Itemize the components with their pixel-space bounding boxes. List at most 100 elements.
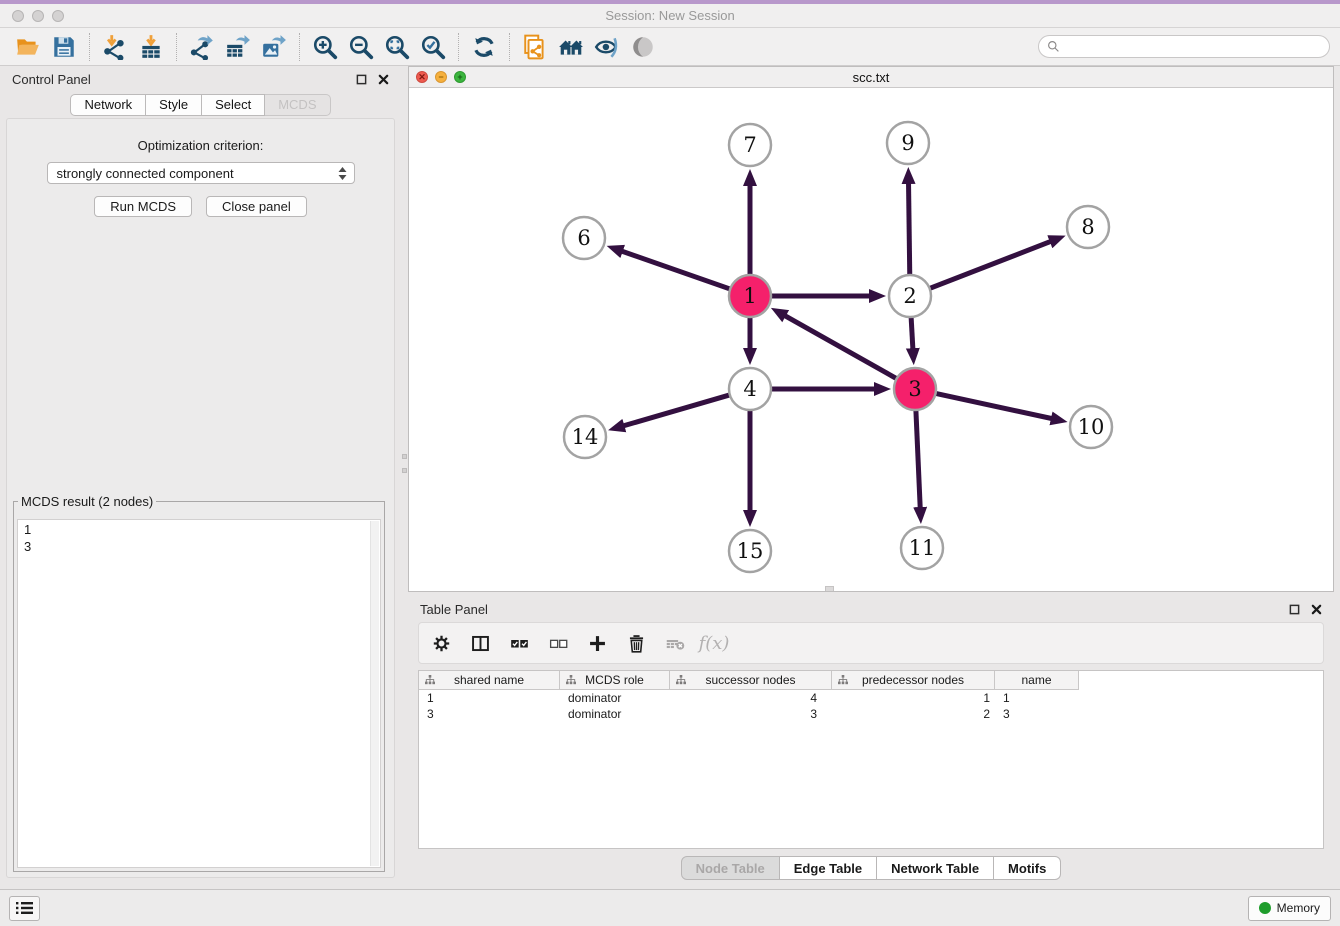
graph-node-1[interactable]: 1 (729, 275, 771, 317)
add-column-button[interactable] (585, 631, 609, 655)
close-panel-icon[interactable] (378, 74, 389, 85)
search-input[interactable] (1065, 38, 1321, 55)
svg-text:11: 11 (909, 536, 936, 560)
graph-edge-3-11[interactable] (915, 399, 920, 510)
graph-edge-3-1[interactable] (783, 315, 906, 384)
table-cell[interactable]: 1 (995, 691, 1079, 705)
graph-node-3[interactable]: 3 (894, 368, 936, 410)
table-cell[interactable]: 3 (995, 707, 1079, 721)
fit-content-button[interactable] (379, 32, 415, 62)
close-panel-icon[interactable] (1311, 604, 1322, 615)
network-zoom-button[interactable]: + (454, 71, 466, 83)
table-cell[interactable]: dominator (560, 691, 670, 705)
float-panel-icon[interactable] (356, 74, 367, 85)
graph-edge-4-14[interactable] (622, 392, 741, 427)
apply-layout-button[interactable] (466, 32, 502, 62)
table-cell[interactable]: 3 (670, 707, 832, 721)
zoom-in-button[interactable] (307, 32, 343, 62)
import-network-button[interactable] (97, 32, 133, 62)
tab-motifs[interactable]: Motifs (994, 856, 1061, 880)
import-network-icon (102, 34, 128, 60)
clone-network-button[interactable] (517, 32, 553, 62)
vertical-splitter[interactable] (401, 66, 408, 888)
table-cell[interactable]: 2 (832, 707, 995, 721)
control-tab-select[interactable]: Select (202, 94, 265, 116)
table-cell[interactable]: dominator (560, 707, 670, 721)
right-column: ✕ − + scc.txt 7968124314101511 Table Pan… (408, 66, 1334, 888)
export-image-icon (261, 34, 287, 60)
export-table-button[interactable] (220, 32, 256, 62)
close-window-button[interactable] (12, 10, 24, 22)
graph-edge-2-9[interactable] (909, 181, 910, 286)
run-mcds-button[interactable]: Run MCDS (94, 196, 192, 217)
split-columns-button[interactable] (468, 631, 492, 655)
splitter-handle[interactable] (402, 454, 407, 459)
zoom-out-button[interactable] (343, 32, 379, 62)
float-panel-icon[interactable] (1289, 604, 1300, 615)
column-header-mcds-role[interactable]: MCDS role (560, 671, 670, 690)
graph-edge-3-10[interactable] (925, 391, 1054, 419)
memory-button[interactable]: Memory (1248, 896, 1331, 921)
network-minimize-button[interactable]: − (435, 71, 447, 83)
table-row[interactable]: 3dominator323 (419, 706, 1323, 722)
select-all-columns-button[interactable] (507, 631, 531, 655)
column-header-name[interactable]: name (995, 671, 1079, 690)
close-panel-button[interactable]: Close panel (206, 196, 307, 217)
toggle-graphics-details-button[interactable] (589, 32, 625, 62)
graph-edge-2-8[interactable] (919, 241, 1052, 293)
graph-node-6[interactable]: 6 (563, 217, 605, 259)
control-tab-mcds[interactable]: MCDS (265, 94, 330, 116)
splitter-handle[interactable] (402, 468, 407, 473)
zoom-selected-button[interactable] (415, 32, 451, 62)
svg-text:9: 9 (901, 131, 914, 155)
export-network-button[interactable] (184, 32, 220, 62)
mcds-result-textarea[interactable]: 13 (17, 519, 381, 868)
control-tab-network[interactable]: Network (70, 94, 146, 116)
tab-node-table[interactable]: Node Table (681, 856, 780, 880)
criterion-select[interactable]: strongly connected component (47, 162, 355, 184)
network-canvas[interactable]: 7 9 6 8 1 2 4 3 14 10 15 11 (409, 88, 1333, 591)
toolbar-separator (299, 33, 300, 61)
table-cell[interactable]: 3 (419, 707, 560, 721)
search-box[interactable] (1038, 35, 1330, 58)
network-graph[interactable]: 7 9 6 8 1 2 4 3 14 10 15 11 (409, 88, 1332, 589)
graph-node-8[interactable]: 8 (1067, 206, 1109, 248)
graph-node-7[interactable]: 7 (729, 124, 771, 166)
delete-column-button[interactable] (624, 631, 648, 655)
table-settings-button[interactable] (429, 631, 453, 655)
graph-node-15[interactable]: 15 (729, 530, 771, 572)
graph-edge-1-6[interactable] (620, 251, 741, 293)
graph-node-10[interactable]: 10 (1070, 406, 1112, 448)
status-bar: Memory (0, 889, 1340, 926)
export-image-button[interactable] (256, 32, 292, 62)
tab-edge-table[interactable]: Edge Table (780, 856, 877, 880)
graph-node-4[interactable]: 4 (729, 368, 771, 410)
table-cell[interactable]: 1 (419, 691, 560, 705)
table-cell[interactable]: 1 (832, 691, 995, 705)
graph-node-14[interactable]: 14 (564, 416, 606, 458)
home-ndex-button[interactable] (553, 32, 589, 62)
graph-node-2[interactable]: 2 (889, 275, 931, 317)
zoom-window-button[interactable] (52, 10, 64, 22)
graph-node-11[interactable]: 11 (901, 527, 943, 569)
deselect-all-columns-button[interactable] (546, 631, 570, 655)
column-header-successor-nodes[interactable]: successor nodes (670, 671, 832, 690)
window-controls[interactable] (12, 10, 64, 22)
deselect-all-columns-icon (548, 633, 569, 654)
import-table-button[interactable] (133, 32, 169, 62)
task-history-button[interactable] (9, 896, 40, 921)
table-row[interactable]: 1dominator411 (419, 690, 1323, 706)
save-session-button[interactable] (46, 32, 82, 62)
minimize-window-button[interactable] (32, 10, 44, 22)
open-session-button[interactable] (10, 32, 46, 62)
birds-eye-view-button[interactable] (625, 32, 661, 62)
column-header-shared-name[interactable]: shared name (419, 671, 560, 690)
graph-node-9[interactable]: 9 (887, 122, 929, 164)
result-scrollbar[interactable] (370, 521, 379, 866)
canvas-splitter-handle[interactable] (825, 586, 834, 591)
table-cell[interactable]: 4 (670, 691, 832, 705)
network-close-button[interactable]: ✕ (416, 71, 428, 83)
control-tab-style[interactable]: Style (146, 94, 202, 116)
column-header-predecessor-nodes[interactable]: predecessor nodes (832, 671, 995, 690)
tab-network-table[interactable]: Network Table (877, 856, 994, 880)
